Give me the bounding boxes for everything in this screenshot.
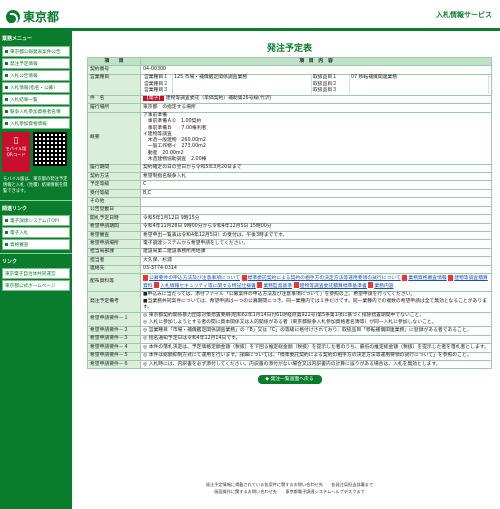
- overview-text: ア事前準備 事前準備Ａ① 1.00契約 事前準備Ｂ 7.00権利者 イ建物等調査…: [140, 111, 492, 165]
- back-to-list-button[interactable]: ◆ 発注一覧画面へ戻る: [257, 375, 322, 385]
- bullet-icon: [5, 121, 8, 125]
- table-row: 希望申請期間 令和4年11月28日 9時00分から令和4年12月5日 15時00分: [87, 222, 492, 233]
- table-row: 概要 ア事前準備 事前準備Ａ① 1.00契約 事前準備Ｂ 7.00権利者 イ建物…: [87, 111, 492, 165]
- links2-heading: リンク: [0, 253, 72, 267]
- qr-code-icon: [33, 132, 67, 166]
- pdf-icon: [402, 274, 408, 281]
- table-row: 予定等級 C: [87, 180, 492, 190]
- business-type-grid: 営業種目１ 125 市場・補償鑑定関係調査業務 取扱品目１ 07 移転補償関連業務 営…: [143, 75, 489, 95]
- sidebar-link-qualification-review[interactable]: 資格審査: [2, 239, 70, 251]
- pdf-icon: [257, 282, 263, 289]
- pdf-icon: [368, 282, 374, 289]
- table-row: 連絡先 03-3774-0314: [87, 264, 492, 275]
- sidebar-link-e-bidding[interactable]: 電子入札: [2, 227, 70, 239]
- table-row: 担当局部課 建設局第二建設事務所用地課: [87, 247, 492, 258]
- pdf-icon: [154, 282, 160, 289]
- header-content: 項 目 内 容: [140, 56, 492, 67]
- table-row: 希望申請場所 電子調達システムから希望申請をしてください。: [87, 239, 492, 249]
- pdf-icon: [241, 274, 247, 281]
- bullet-icon: [5, 109, 8, 113]
- table-row: 希望申請要件－４ ◎ 本件の落札決定は、予定価格定額金額（税抜）を下回る推定総金額…: [87, 343, 492, 353]
- links-heading: 関連リンク: [0, 200, 72, 214]
- doc-link[interactable]: 公募要件の申込方法及び注意事項について: [143, 274, 240, 281]
- pdf-icon: [448, 274, 454, 281]
- bullet-icon: [5, 218, 8, 222]
- sidebar-item-tender-notice[interactable]: 入札公告情報: [2, 70, 70, 81]
- sidebar-heading: 業務メニュー: [2, 36, 33, 42]
- pdf-icon: [143, 274, 148, 281]
- bullet-icon: [5, 97, 8, 101]
- table-row: 履行期間 契約確定の日の翌日から令和5年3月20日まで: [87, 163, 492, 174]
- main-content: 発注予定表 項 目 項 目 内 容 契約番号 04-00300 営業種目 営業種目…: [87, 31, 492, 385]
- pdf-icon: [293, 282, 299, 289]
- doc-link[interactable]: 業務資格審査情報: [402, 274, 447, 281]
- table-row: 担当者 大久保、杉浦: [87, 256, 492, 266]
- table-row: 発注予定備考 ■申込みに当たっては、添付ファイル「公募案件の申込方法及び注意事項に…: [87, 290, 492, 313]
- footer: 発注予定情報に掲載されている各案件に関するお問い合わせ先 各発注局担当部署まで …: [87, 482, 492, 495]
- footer-line-1: 発注予定情報に掲載されている各案件に関するお問い合わせ先 各発注局担当部署まで: [205, 482, 374, 487]
- table-row: 希望申請要件－３ ◎ 指名通知予定日は令和4年12月14日です。: [87, 334, 492, 345]
- system-name: 入札情報サービス: [436, 11, 492, 19]
- page-title: 発注予定表: [266, 44, 312, 54]
- table-row: 希望申請要件－１ ◎ 東京都契約関係暴力団等対策措置要綱(昭和62年1月14日付6…: [87, 311, 492, 328]
- table-header: 項 目 項 目 内 容: [87, 56, 492, 67]
- bullet-icon: [5, 61, 8, 65]
- sidebar-link-tokyo-official[interactable]: 東京都公式ホームページ: [2, 280, 70, 292]
- bullet-icon: [5, 242, 8, 246]
- table-row: 開札予定日時 令和5年1月12日 9時15分: [87, 214, 492, 224]
- table-row: 希望審査 希望申出一覧表は令和4年12月5日）の受付は、午後3時までです。: [87, 230, 492, 241]
- table-row: 受付等級 B,C: [87, 188, 492, 199]
- doc-link[interactable]: 業務内容: [368, 282, 394, 289]
- bullet-icon: [5, 49, 8, 53]
- table-row: 公告登載日: [87, 205, 492, 216]
- table-row: 配布資料等 公募要件の申込方法及び注意事項について 標準委託契約による契約の相手…: [87, 273, 492, 292]
- table-row: その他: [87, 197, 492, 207]
- logo-text: 東京都: [23, 10, 60, 24]
- contract-number: 04-00300: [140, 65, 492, 75]
- table-row: 希望申請要件－６ ◎ 入札時には、内訳書を必ず添付してください。内訳書の添付がない…: [87, 359, 492, 370]
- sidebar-link-system-top[interactable]: 電子調達システム(TOP): [2, 215, 70, 227]
- tokyo-emblem-icon: [6, 9, 20, 25]
- sidebar-item-bulletin[interactable]: 東京都公報発表案件公告: [2, 46, 70, 57]
- mobile-note: モバイル版は、東京都の発注予定情報と入札（見積）結果情報を閲覧できます。: [3, 177, 68, 195]
- footer-line-2: 画面操作に関するお問い合わせ先 東京都電子調達システムヘルプデスクまで: [214, 488, 365, 494]
- table-row: 希望申請要件－２ ◎ 営業種目「市場・補償鑑定関係調査業務」の「B」又は「C」の等…: [87, 326, 492, 336]
- sidebar-item-tender-info[interactable]: 入札情報(指名・公募): [2, 82, 70, 93]
- doc-link[interactable]: 建物等調査委託積算標準基準書: [293, 282, 367, 289]
- table-row: 件 名【電子】 建物等調査委託（単価契約）補助第26号線(代沢): [87, 94, 492, 105]
- bullet-icon: [5, 73, 8, 77]
- doc-link[interactable]: 業務監督基準: [257, 282, 292, 289]
- doc-link[interactable]: 入札情報セキュリティ等に関する特記仕様書: [154, 282, 256, 289]
- sidebar-item-qualified-list[interactable]: 競争入札参加資格者名簿: [2, 106, 70, 117]
- mobile-box: ▯ モバイル版 QRコード: [2, 132, 70, 172]
- table-row: 契約番号 04-00300: [87, 65, 492, 75]
- detail-table: 項 目 項 目 内 容 契約番号 04-00300 営業種目 営業種目１ 125 市…: [87, 56, 492, 370]
- table-row: 希望申請要件－５ ◎ 本件は総額抑制方式にて運用を行います。詳細については、「標準…: [87, 351, 492, 362]
- doc-link[interactable]: 標準委託契約による契約の相手方の決定方法等運用要領の試行について: [241, 274, 401, 281]
- header-item: 項 目: [87, 56, 141, 67]
- table-row: 履行場所 東京都 の指定する場所: [87, 103, 492, 113]
- table-row: 営業種目 営業種目１ 125 市場・補償鑑定関係調査業務 取扱品目１ 07 移転補償関…: [87, 73, 492, 96]
- table-row: 契約方法 希望制指名競争入札: [87, 172, 492, 182]
- bullet-icon: [5, 85, 8, 89]
- sidebar: 業務メニュー 東京都公報発表案件公告 発注予定情報 入札公告情報 入札情報(指名…: [0, 31, 72, 509]
- header: 東京都 入札情報サービス: [0, 0, 500, 31]
- subject-text: 建物等調査委託（単価契約）補助第26号線(代沢): [165, 96, 272, 102]
- sidebar-item-qualification[interactable]: 入札参加資格情報: [2, 118, 70, 129]
- sidebar-link-joint-ops[interactable]: 東京電子自治体共同運営: [2, 268, 70, 280]
- mobile-phone-icon: ▯: [13, 136, 19, 146]
- tokyo-logo[interactable]: 東京都: [6, 8, 59, 25]
- electronic-tag: 【電子】: [143, 96, 165, 102]
- sidebar-item-order-plan[interactable]: 発注予定情報: [2, 58, 70, 69]
- mobile-badge[interactable]: ▯ モバイル版 QRコード: [2, 132, 30, 172]
- sidebar-item-results[interactable]: 入札結果一覧: [2, 94, 70, 105]
- bullet-icon: [5, 230, 8, 234]
- documents-cell: 公募要件の申込方法及び注意事項について 標準委託契約による契約の相手方の決定方法…: [140, 273, 492, 292]
